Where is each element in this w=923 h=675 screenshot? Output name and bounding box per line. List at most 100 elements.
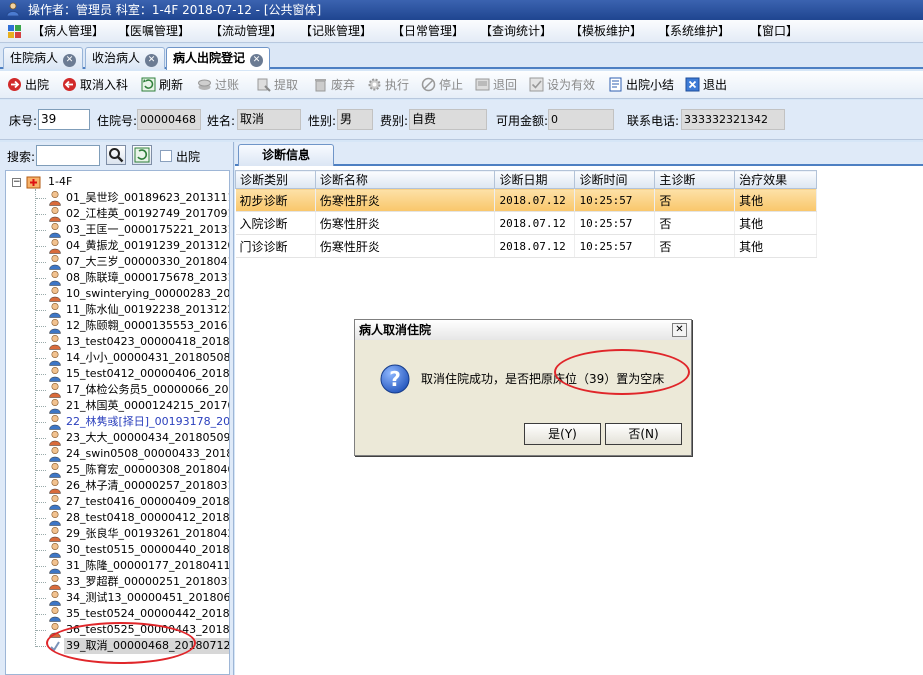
tree-connector [36,214,46,215]
menu-template-maintenance[interactable]: 【模板维护】 [568,20,644,43]
tree-item-label: 33_罗超群_00000251_20180312 [66,575,230,588]
tree-item-label: 12_陈颐翱_0000135553_2016101 [66,319,229,332]
patient-icon [49,494,61,510]
cancel-admission-button[interactable]: 取消入科 [62,76,128,94]
patient-icon [49,590,61,606]
tab-inpatients[interactable]: 住院病人 ✕ [3,47,84,69]
tree-item-label: 25_陈育宏_00000308_20180409 [66,463,230,476]
menu-daily-management[interactable]: 【日常管理】 [390,20,466,43]
tree-item-label: 24_swin0508_00000433_2018050 [66,447,229,460]
tree-connector [36,390,46,391]
column-header[interactable]: 主诊断 [654,170,736,189]
return-button-label: 退回 [493,78,518,92]
tree-connector [36,646,46,647]
tree-item-label: 35_test0524_00000442_2018052 [66,607,230,620]
tree-item-label: 15_test0412_00000406_2018041 [66,367,230,380]
tree-item-label: 21_林国英_0000124215_2017092 [66,399,229,412]
tree-item-label: 04_黄振龙_00191239_20131207 [66,239,230,252]
tree-connector [36,518,46,519]
tab-admitted-patients[interactable]: 收治病人 ✕ [85,47,166,69]
tree-item-label: 13_test0423_00000418_2018042 [66,335,230,348]
menu-flow-management[interactable]: 【流动管理】 [208,20,284,43]
patient-icon [49,382,61,398]
menu-query-statistics[interactable]: 【查询统计】 [478,20,554,43]
yes-button[interactable]: 是(Y) [524,423,601,445]
fee-type-label: 费别: [380,114,409,128]
patient-info-bar: 床号: 39 住院号: 00000468 姓名: 取消 性别: 男 费别: 自费… [0,100,923,140]
return-button[interactable]: 退回 [475,76,517,94]
tree-connector [36,326,46,327]
column-header[interactable]: 治疗效果 [734,170,817,189]
close-icon[interactable]: ✕ [145,54,159,67]
tab-inpatients-label: 住院病人 [10,51,59,65]
tree-refresh-button[interactable] [132,145,152,165]
discharged-checkbox[interactable] [160,150,172,162]
column-header[interactable]: 诊断名称 [314,170,496,189]
tree-item-label: 27_test0416_00000409_2018041 [66,495,230,508]
exit-button[interactable]: 退出 [685,76,727,94]
balance-label: 可用金额: [496,114,549,128]
tab-diagnosis-info[interactable]: 诊断信息 [238,144,334,166]
patient-icon [49,206,61,222]
table-cell: 伤寒性肝炎 [315,234,496,258]
column-header[interactable]: 诊断时间 [574,170,656,189]
dialog-close-button[interactable]: ✕ [672,323,687,337]
table-cell: 否 [654,234,736,258]
tree-connector [36,406,46,407]
refresh-button[interactable]: 刷新 [141,76,183,94]
execute-button[interactable]: 执行 [367,76,409,94]
discharge-button[interactable]: 出院 [7,76,49,94]
table-cell: 伤寒性肝炎 [315,188,496,212]
menu-order-management[interactable]: 【医嘱管理】 [116,20,192,43]
close-icon[interactable]: ✕ [63,54,77,67]
tree-connector [36,470,46,471]
extract-button[interactable]: 提取 [256,76,298,94]
tree-item-label: 26_林子清_00000257_20180319 [66,479,230,492]
set-valid-button[interactable]: 设为有效 [529,76,595,94]
table-cell: 否 [654,188,736,212]
tab-discharge-registration[interactable]: 病人出院登记 ✕ [166,47,271,70]
table-cell: 10:25:57 [574,234,656,258]
tree-connector [36,246,46,247]
extract-button-label: 提取 [274,78,299,92]
exit-icon [685,77,700,92]
collapse-icon[interactable]: − [12,178,21,187]
table-row[interactable]: 初步诊断 伤寒性肝炎 2018.07.12 10:25:57 否 其他 [235,188,817,212]
bed-number-field[interactable]: 39 [38,109,90,130]
discharge-summary-button[interactable]: 出院小结 [608,76,674,94]
no-button[interactable]: 否(N) [605,423,682,445]
search-input[interactable] [36,145,100,166]
table-row[interactable]: 门诊诊断 伤寒性肝炎 2018.07.12 10:25:57 否 其他 [235,234,817,258]
column-header[interactable]: 诊断类别 [235,170,316,189]
discard-button[interactable]: 废弃 [313,76,355,94]
menu-patient-management[interactable]: 【病人管理】 [30,20,106,43]
fee-type-field: 自费 [409,109,487,130]
tree-item-label: 23_大大_00000434_20180509 [66,431,230,444]
patient-icon [49,526,61,542]
post-account-button[interactable]: 过账 [197,76,239,94]
menu-window[interactable]: 【窗口】 [748,20,800,43]
post-account-button-label: 过账 [215,78,240,92]
tree-connector [36,278,46,279]
refresh-button-label: 刷新 [159,78,184,92]
set-valid-icon [529,77,544,92]
menu-system-maintenance[interactable]: 【系统维护】 [656,20,732,43]
diagnosis-tab-bar: 诊断信息 [235,142,923,166]
search-button[interactable] [106,145,126,165]
cancel-admission-dialog: 病人取消住院 ✕ ? 取消住院成功，是否把原床位（39）置为空床 是(Y) 否(… [354,319,692,456]
column-header[interactable]: 诊断日期 [494,170,576,189]
trash-icon [315,79,326,92]
search-row: 搜索: 出院 [0,142,234,168]
tree-item-label: 22_林隽彧[择日]_00193178_201 [66,415,230,428]
patient-icon [49,238,61,254]
bed-label: 床号: [9,114,38,128]
tree-item-label: 02_江桂英_00192749_20170914 [66,207,230,220]
tree-connector [36,550,46,551]
stop-button[interactable]: 停止 [421,76,463,94]
table-row[interactable]: 入院诊断 伤寒性肝炎 2018.07.12 10:25:57 否 其他 [235,211,817,235]
patient-icon [49,462,61,478]
menu-billing-management[interactable]: 【记账管理】 [298,20,374,43]
table-cell: 初步诊断 [235,188,316,212]
patient-icon [49,478,61,494]
close-icon[interactable]: ✕ [250,54,264,67]
